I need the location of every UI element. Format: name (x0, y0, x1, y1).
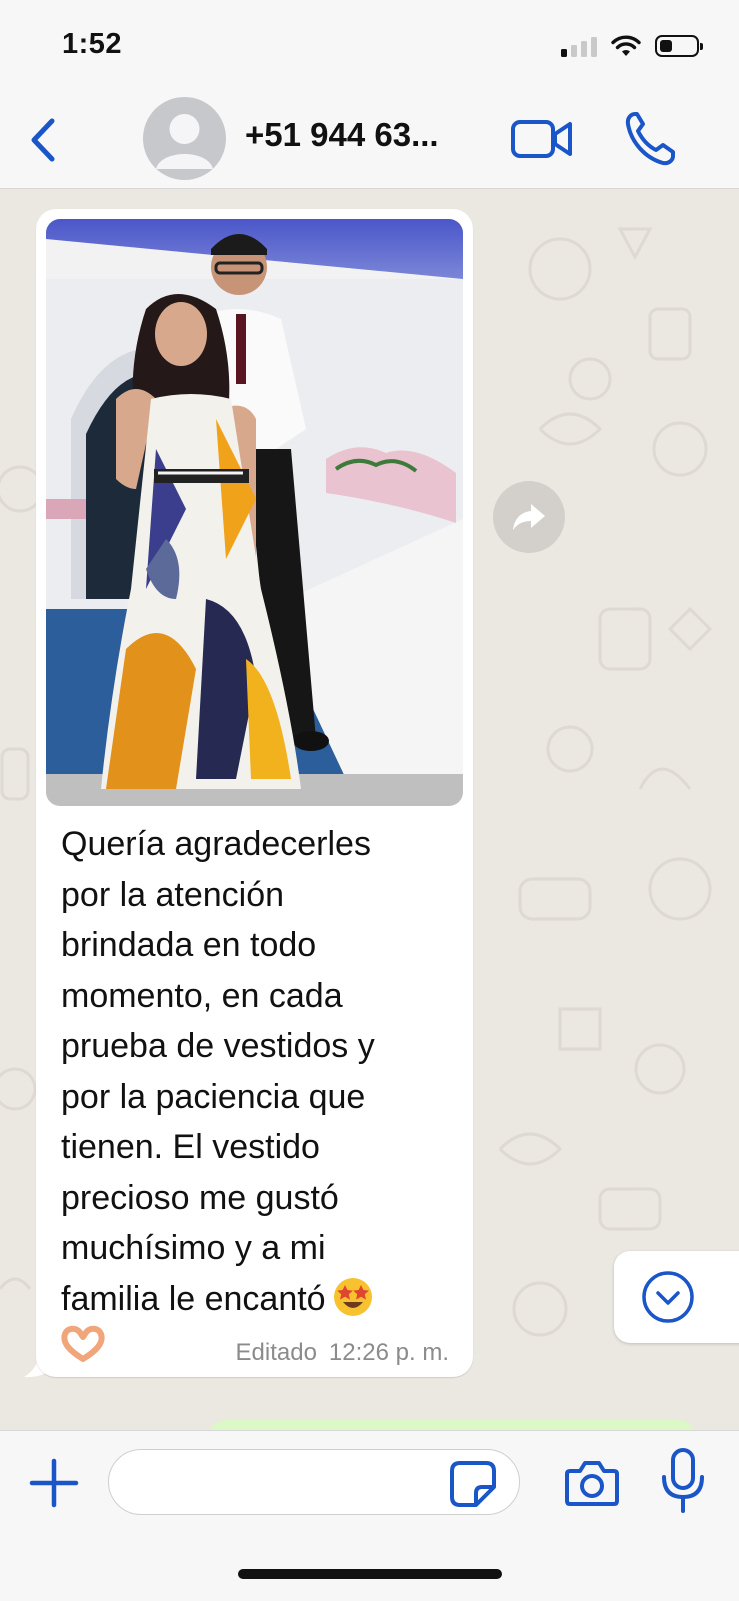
cellular-signal-icon (561, 35, 597, 57)
sticker-button[interactable] (448, 1459, 498, 1509)
chevron-left-icon (31, 118, 55, 162)
back-button[interactable] (18, 110, 68, 170)
status-bar: 1:52 (0, 0, 739, 92)
forward-button[interactable] (493, 481, 565, 553)
voice-message-button[interactable] (660, 1447, 706, 1515)
wifi-icon (611, 35, 641, 56)
microphone-icon (662, 1448, 704, 1513)
message-text-content: Quería agradecerles por la atención brin… (61, 825, 375, 1318)
voice-call-button[interactable] (623, 108, 679, 168)
chat-header: +51 944 63... (0, 92, 739, 189)
chevron-down-circle-icon (642, 1271, 694, 1323)
status-icons (561, 34, 703, 58)
message-timestamp: 12:26 p. m. (328, 1339, 449, 1366)
photo-couple-image (46, 219, 463, 806)
edited-label: Editado (235, 1339, 317, 1366)
camera-button[interactable] (564, 1457, 620, 1509)
composer-bar (0, 1430, 739, 1601)
sticker-icon (450, 1461, 496, 1507)
chat-area[interactable]: Quería agradecerles por la atención brin… (0, 189, 739, 1430)
message-text: Quería agradecerles por la atención brin… (61, 819, 456, 1324)
message-meta: Editado 12:26 p. m. (236, 1339, 449, 1367)
star-struck-emoji (333, 1277, 372, 1316)
battery-icon (655, 35, 703, 57)
attach-button[interactable] (26, 1455, 82, 1511)
camera-icon (565, 1461, 619, 1506)
video-call-button[interactable] (510, 114, 574, 164)
scroll-to-bottom-button[interactable] (614, 1251, 739, 1343)
next-message-peek (208, 1420, 696, 1430)
contact-name[interactable]: +51 944 63... (245, 116, 439, 154)
avatar-placeholder-icon (156, 114, 213, 169)
phone-icon (625, 112, 675, 166)
home-indicator[interactable] (238, 1569, 502, 1579)
video-camera-icon (511, 120, 572, 158)
forward-icon (513, 504, 545, 530)
status-time: 1:52 (62, 28, 123, 60)
heart-hands-emoji (61, 1325, 105, 1362)
message-photo[interactable] (46, 219, 463, 806)
message-bubble[interactable]: Quería agradecerles por la atención brin… (36, 209, 473, 1377)
plus-icon (29, 1458, 79, 1508)
avatar[interactable] (143, 97, 226, 180)
